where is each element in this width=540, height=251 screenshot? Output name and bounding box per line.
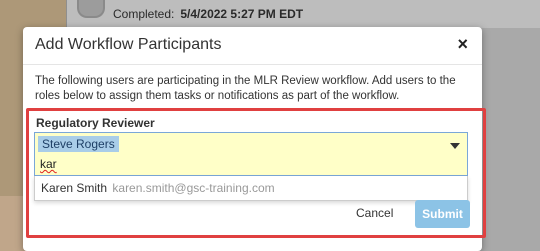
completed-timestamp: 5/4/2022 5:27 PM EDT [180,7,304,21]
dialog-title: Add Workflow Participants [35,36,222,53]
close-icon[interactable]: × [457,35,468,53]
role-label-regulatory-reviewer: Regulatory Reviewer [36,116,155,130]
cancel-button[interactable]: Cancel [356,206,393,220]
user-suggestion-dropdown: Karen Smith karen.smith@gsc-training.com [34,176,468,201]
selected-user-token[interactable]: Steve Rogers [38,136,119,152]
completed-label: Completed: [113,7,175,21]
suggestion-email: karen.smith@gsc-training.com [112,181,275,195]
participant-select[interactable]: Steve Rogers kar [34,132,468,176]
submit-button[interactable]: Submit [415,200,470,228]
completed-status: Completed: 5/4/2022 5:27 PM EDT [113,7,303,21]
dialog-description: The following users are participating in… [35,75,456,102]
caret-down-icon[interactable] [450,143,460,149]
add-workflow-participants-dialog: Add Workflow Participants × The followin… [23,27,482,251]
suggestion-match: Kar [41,181,60,195]
dialog-header: Add Workflow Participants × [23,27,482,65]
user-search-input[interactable]: kar [40,157,57,171]
suggestion-name: en Smith [59,181,108,195]
user-suggestion-option[interactable]: Karen Smith karen.smith@gsc-training.com [41,181,275,195]
avatar-icon [77,0,105,18]
